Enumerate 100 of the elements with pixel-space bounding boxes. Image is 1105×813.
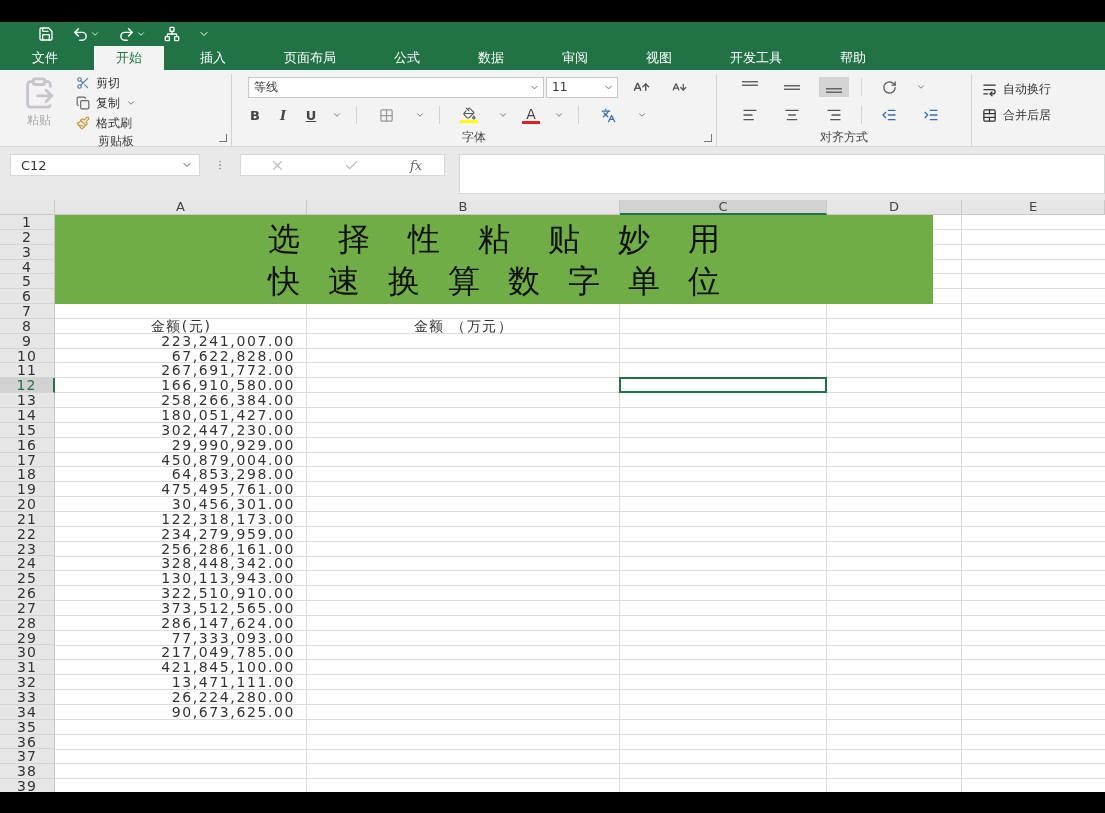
title-text: 选择性粘贴妙用 xyxy=(268,218,758,259)
table-cell-text: 180,051,427.00 xyxy=(160,407,296,423)
selected-cell[interactable] xyxy=(619,377,827,394)
font-color-button[interactable]: A xyxy=(522,106,540,124)
caret-icon xyxy=(637,110,647,120)
ribbon-tab[interactable]: 开始 xyxy=(94,46,164,70)
table-cell-text: 217,049,785.00 xyxy=(160,645,296,661)
caret-icon xyxy=(90,29,100,39)
row-header[interactable]: 13 xyxy=(0,393,55,408)
wrap-text-button[interactable]: 自动换行 xyxy=(982,80,1051,98)
row-header[interactable]: 24 xyxy=(0,556,55,572)
rotate-icon xyxy=(881,79,897,95)
ribbon-tab[interactable]: 公式 xyxy=(372,46,442,70)
table-cell-text: 30,456,301.00 xyxy=(170,497,296,512)
table-cell-text: 26,224,280.00 xyxy=(170,690,296,705)
name-box[interactable]: C12 xyxy=(10,154,200,176)
row-header[interactable]: 26 xyxy=(0,586,55,601)
caret-icon xyxy=(916,82,926,92)
row-header[interactable]: 38 xyxy=(0,764,55,780)
row-header[interactable]: 1 xyxy=(0,215,55,230)
table-cell-text: 13,471,111.00 xyxy=(170,675,296,690)
redo-icon xyxy=(118,25,135,43)
merge-center-button[interactable]: 合并后居 xyxy=(982,106,1051,124)
ribbon-tab[interactable]: 文件 xyxy=(10,46,80,70)
network-button[interactable] xyxy=(164,26,180,42)
caret-icon xyxy=(415,110,425,120)
scissors-icon xyxy=(76,76,90,90)
copy-button[interactable]: 复制 xyxy=(76,94,136,112)
ribbon-tab[interactable]: 帮助 xyxy=(818,46,888,70)
row-header[interactable]: 6 xyxy=(0,289,55,305)
ribbon-tab[interactable]: 开发工具 xyxy=(708,46,804,70)
copy-icon xyxy=(76,96,90,110)
row-header[interactable]: 33 xyxy=(0,690,55,705)
row-header[interactable]: 30 xyxy=(0,645,55,661)
undo-button[interactable] xyxy=(72,25,100,43)
caret-icon xyxy=(136,29,146,39)
column-header[interactable]: A xyxy=(55,200,307,215)
table-cell-text: 322,510,910.00 xyxy=(160,586,296,601)
table-cell-text: 421,845,100.00 xyxy=(160,660,296,676)
column-header[interactable]: E xyxy=(962,200,1105,215)
format-painter-button[interactable]: 格式刷 xyxy=(76,114,136,132)
font-name-field[interactable]: 等线 xyxy=(248,76,544,98)
caret-icon xyxy=(126,98,136,108)
borders-icon xyxy=(378,107,394,123)
table-cell-text: 122,318,173.00 xyxy=(160,511,296,527)
dialog-launcher-icon[interactable] xyxy=(219,134,227,142)
table-cell-text: 258,266,384.00 xyxy=(160,393,296,408)
insert-function-button[interactable]: fx xyxy=(410,157,423,173)
ribbon-tab[interactable]: 审阅 xyxy=(540,46,610,70)
ribbon-tab[interactable]: 视图 xyxy=(624,46,694,70)
row-header[interactable]: 25 xyxy=(0,571,55,587)
row-header[interactable]: 31 xyxy=(0,660,55,676)
dialog-launcher-icon[interactable] xyxy=(704,134,712,142)
row-header[interactable]: 37 xyxy=(0,749,55,765)
column-header[interactable]: D xyxy=(827,200,962,215)
paintbrush-icon xyxy=(76,116,90,130)
ribbon-tab[interactable]: 页面布局 xyxy=(262,46,358,70)
table-cell-text: 166,910,580.00 xyxy=(160,378,296,394)
save-button[interactable] xyxy=(38,26,54,42)
group-label: 字体 xyxy=(462,129,486,146)
row-header[interactable]: 32 xyxy=(0,675,55,690)
table-cell-text: 67,622,828.00 xyxy=(171,348,296,364)
row-header[interactable]: 5 xyxy=(0,274,55,290)
table-cell-text: 77,333,093.00 xyxy=(171,630,296,646)
group-label: 剪贴板 xyxy=(97,133,134,150)
table-cell-text: 267,691,772.00 xyxy=(160,363,296,379)
bold-button[interactable]: B xyxy=(248,107,262,123)
paint-bucket-icon xyxy=(462,107,476,120)
row-header[interactable]: 39 xyxy=(0,779,55,792)
decrease-indent-icon xyxy=(881,107,897,123)
formula-input[interactable] xyxy=(459,154,1105,194)
merge-cells-icon xyxy=(982,107,997,123)
table-cell-text: 29,990,929.00 xyxy=(171,437,296,453)
ribbon-tab[interactable]: 插入 xyxy=(178,46,248,70)
redo-button[interactable] xyxy=(118,25,146,43)
underline-button[interactable]: U xyxy=(304,107,318,123)
title-text: 快速换算数字单位 xyxy=(268,260,748,301)
network-icon xyxy=(164,26,180,42)
vertical-align-button[interactable] xyxy=(819,77,849,97)
font-size-field[interactable]: 11 xyxy=(546,76,618,98)
align-right-icon xyxy=(826,107,842,123)
italic-button[interactable]: I xyxy=(276,107,290,123)
ribbon-tab[interactable]: 数据 xyxy=(456,46,526,70)
row-header[interactable]: 20 xyxy=(0,497,55,512)
column-header[interactable]: B xyxy=(307,200,620,215)
table-cell-text: 328,448,342.00 xyxy=(160,556,296,572)
table-cell-text: 286,147,624.00 xyxy=(160,615,296,631)
increase-indent-icon xyxy=(923,107,939,123)
align-lines-icon xyxy=(826,88,842,93)
cut-button[interactable]: 剪切 xyxy=(76,74,136,92)
row-header[interactable]: 19 xyxy=(0,482,55,498)
align-left-icon xyxy=(742,107,758,123)
column-header[interactable]: C xyxy=(620,200,827,215)
row-header[interactable]: 12 xyxy=(0,378,55,394)
table-cell-text: 223,241,007.00 xyxy=(160,333,296,349)
row-header[interactable]: 18 xyxy=(0,467,55,483)
row-header[interactable]: 11 xyxy=(0,363,55,379)
undo-icon xyxy=(72,25,89,43)
caret-icon xyxy=(498,110,508,120)
row-header[interactable]: 7 xyxy=(0,304,55,319)
